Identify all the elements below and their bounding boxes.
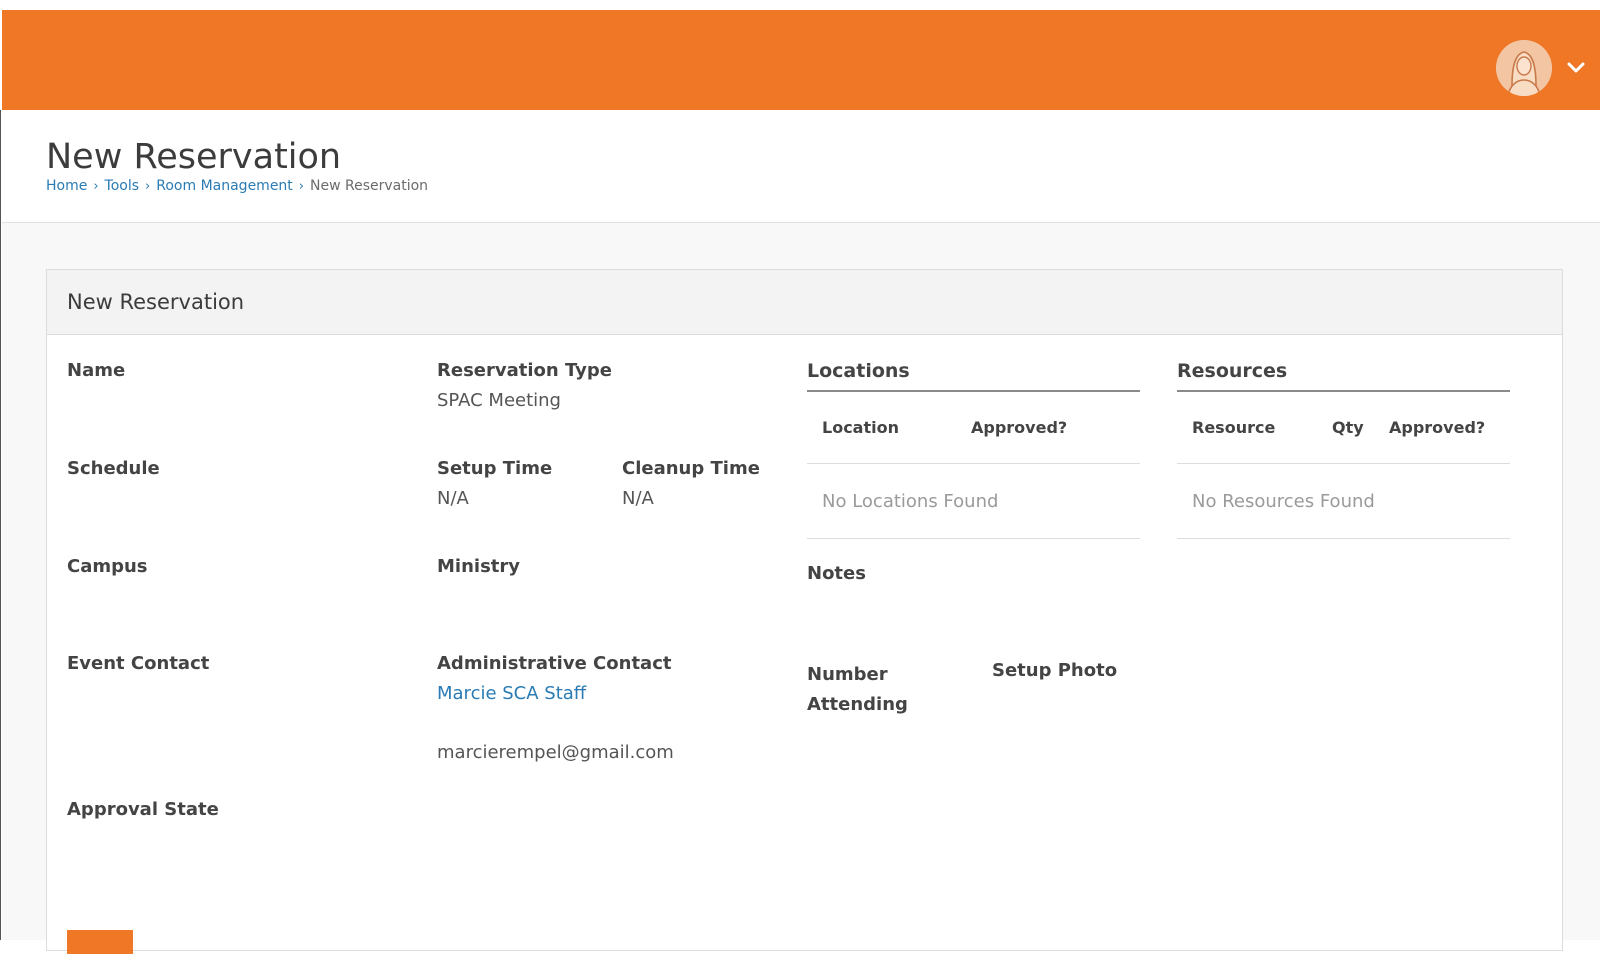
breadcrumb-current: New Reservation — [310, 178, 429, 194]
panel-heading: New Reservation — [47, 270, 1562, 335]
reservation-type-value: SPAC Meeting — [437, 390, 561, 411]
locations-header-divider — [807, 463, 1140, 464]
breadcrumb-room-management[interactable]: Room Management — [156, 178, 293, 194]
locations-bottom-divider — [807, 538, 1140, 539]
user-avatar-icon[interactable] — [1496, 40, 1552, 96]
main-content: New Reservation Name Schedule Campus Eve… — [2, 223, 1600, 954]
panel-title: New Reservation — [67, 290, 245, 314]
resources-col-approved: Approved? — [1389, 418, 1486, 437]
resources-bottom-divider — [1177, 538, 1510, 539]
locations-col-location: Location — [822, 418, 899, 437]
locations-title: Locations — [807, 360, 910, 382]
setup-photo-label: Setup Photo — [992, 660, 1118, 681]
admin-contact-label: Administrative Contact — [437, 653, 672, 674]
resources-col-resource: Resource — [1192, 418, 1276, 437]
chevron-down-icon[interactable] — [1564, 56, 1588, 80]
notes-label: Notes — [807, 563, 866, 584]
page-header: New Reservation Home › Tools › Room Mana… — [2, 110, 1600, 223]
cleanup-time-label: Cleanup Time — [622, 458, 760, 479]
resources-rule — [1177, 390, 1510, 392]
window-left-border — [0, 110, 1, 940]
name-label: Name — [67, 360, 126, 381]
reservation-type-label: Reservation Type — [437, 360, 612, 381]
resources-header-divider — [1177, 463, 1510, 464]
page-title: New Reservation — [46, 137, 342, 177]
admin-contact-link[interactable]: Marcie SCA Staff — [437, 683, 586, 704]
admin-contact-email: marcierempel@gmail.com — [437, 742, 674, 763]
locations-rule — [807, 390, 1140, 392]
person-silhouette-icon — [1496, 40, 1552, 96]
locations-empty-message: No Locations Found — [822, 491, 999, 512]
locations-col-approved: Approved? — [971, 418, 1068, 437]
ministry-label: Ministry — [437, 556, 520, 577]
campus-label: Campus — [67, 556, 148, 577]
reservation-panel: New Reservation Name Schedule Campus Eve… — [46, 269, 1563, 954]
resources-title: Resources — [1177, 360, 1288, 382]
event-contact-label: Event Contact — [67, 653, 210, 674]
breadcrumb: Home › Tools › Room Management › New Res… — [46, 178, 428, 194]
chevron-right-icon: › — [145, 178, 151, 194]
number-attending-label: Number Attending — [807, 664, 908, 715]
app-header — [2, 10, 1600, 110]
approval-state-label: Approval State — [67, 799, 219, 820]
setup-time-value: N/A — [437, 488, 469, 509]
top-strip — [0, 0, 1600, 10]
resources-col-qty: Qty — [1332, 418, 1364, 437]
breadcrumb-tools[interactable]: Tools — [105, 178, 140, 194]
setup-time-label: Setup Time — [437, 458, 553, 479]
primary-action-button[interactable] — [67, 930, 133, 954]
schedule-label: Schedule — [67, 458, 160, 479]
cleanup-time-value: N/A — [622, 488, 654, 509]
chevron-right-icon: › — [298, 178, 304, 194]
chevron-right-icon: › — [93, 178, 99, 194]
breadcrumb-home[interactable]: Home — [46, 178, 87, 194]
resources-empty-message: No Resources Found — [1192, 491, 1375, 512]
